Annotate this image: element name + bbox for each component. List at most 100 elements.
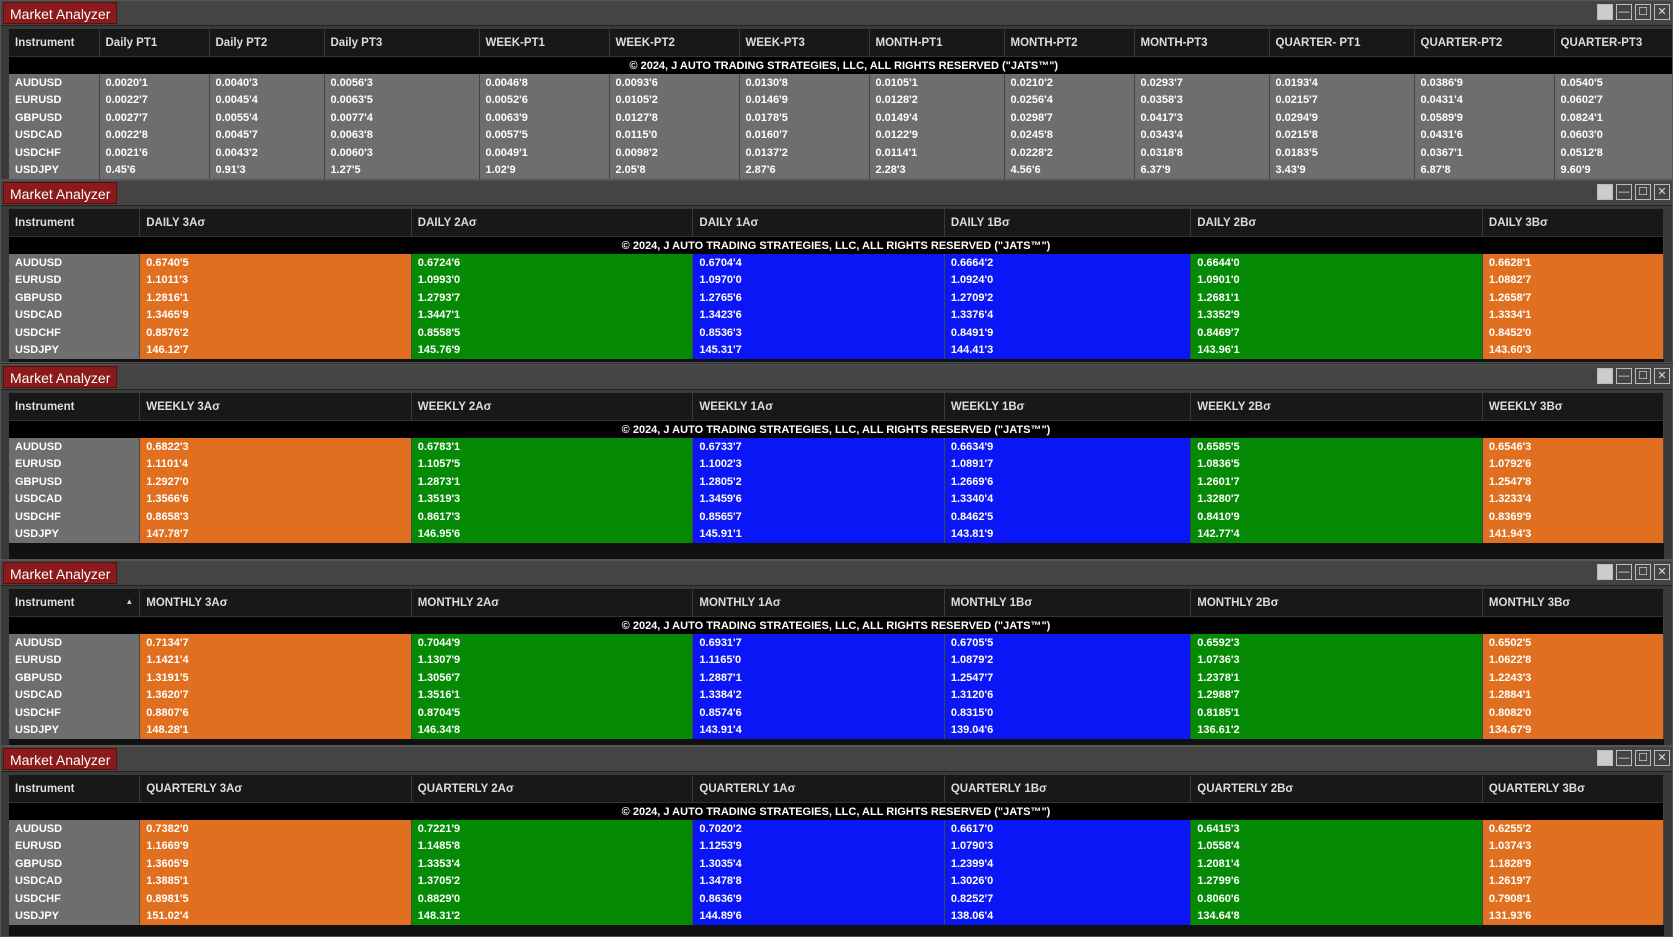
table-row[interactable]: USDJPY 147.78'7 146.95'6 145.91'1 143.81'9 14… xyxy=(9,525,1665,543)
title-bar[interactable]: Market Analyzer — ☐ ✕ xyxy=(1,181,1672,206)
column-header[interactable]: MONTH-PT3 xyxy=(1134,29,1270,57)
minimize-button[interactable]: — xyxy=(1616,4,1632,20)
table-row[interactable]: GBPUSD 1.2927'0 1.2873'1 1.2805'2 1.2669'6 1.… xyxy=(9,473,1665,491)
column-header[interactable]: DAILY 3Aσ xyxy=(139,209,412,237)
table-row[interactable]: USDJPY 151.02'4 148.31'2 144.89'6 138.06'4 13… xyxy=(9,907,1665,925)
column-header[interactable]: Daily PT3 xyxy=(324,29,480,57)
column-header[interactable]: MONTH-PT1 xyxy=(869,29,1005,57)
table-row[interactable]: USDCAD 1.3566'6 1.3519'3 1.3459'6 1.3340'4 1.… xyxy=(9,490,1665,508)
column-header[interactable]: QUARTERLY 3Bσ xyxy=(1482,775,1665,803)
table-row[interactable]: GBPUSD 1.2816'1 1.2793'7 1.2765'6 1.2709'2 1.… xyxy=(9,289,1665,307)
table-row[interactable]: EURUSD 1.1669'9 1.1485'8 1.1253'9 1.0790'3 1.… xyxy=(9,837,1665,855)
title-bar[interactable]: Market Analyzer — ☐ ✕ xyxy=(1,561,1672,586)
column-header[interactable]: Instrument xyxy=(9,209,141,237)
maximize-button[interactable]: ☐ xyxy=(1635,368,1651,384)
table-row[interactable]: AUDUSD 0.7134'7 0.7044'9 0.6931'7 0.6705'5 0.… xyxy=(9,634,1665,652)
column-header[interactable]: MONTHLY 3Aσ xyxy=(139,589,412,617)
column-header[interactable]: MONTHLY 2Bσ xyxy=(1190,589,1483,617)
table-row[interactable]: AUDUSD 0.6740'5 0.6724'6 0.6704'4 0.6664'2 0.… xyxy=(9,254,1665,272)
column-header[interactable]: DAILY 2Aσ xyxy=(411,209,694,237)
title-bar[interactable]: Market Analyzer — ☐ ✕ xyxy=(1,747,1672,772)
column-header[interactable]: Instrument xyxy=(9,775,141,803)
table-row[interactable]: USDCAD 0.0022'8 0.0045'7 0.0063'8 0.0057'5 0.… xyxy=(9,126,1672,144)
close-button[interactable]: ✕ xyxy=(1654,564,1670,580)
title-bar[interactable]: Market Analyzer — ☐ ✕ xyxy=(1,1,1672,26)
value-cell: 138.06'4 xyxy=(944,907,1192,925)
column-header[interactable]: Instrument xyxy=(9,393,141,421)
pin-button[interactable] xyxy=(1597,564,1613,580)
column-header[interactable]: WEEKLY 1Aσ xyxy=(692,393,945,421)
column-header[interactable]: QUARTERLY 2Aσ xyxy=(411,775,694,803)
column-header[interactable]: QUARTERLY 2Bσ xyxy=(1190,775,1483,803)
column-header[interactable]: WEEKLY 1Bσ xyxy=(944,393,1192,421)
value-cell: 0.0137'2 xyxy=(739,144,870,162)
table-row[interactable]: USDCHF 0.8981'5 0.8829'0 0.8636'9 0.8252'7 0.… xyxy=(9,890,1665,908)
column-header[interactable]: WEEKLY 3Aσ xyxy=(139,393,412,421)
minimize-button[interactable]: — xyxy=(1616,564,1632,580)
maximize-button[interactable]: ☐ xyxy=(1635,564,1651,580)
pin-button[interactable] xyxy=(1597,184,1613,200)
close-button[interactable]: ✕ xyxy=(1654,184,1670,200)
minimize-button[interactable]: — xyxy=(1616,750,1632,766)
table-row[interactable]: EURUSD 0.0022'7 0.0045'4 0.0063'5 0.0052'6 0.… xyxy=(9,91,1672,109)
table-row[interactable]: GBPUSD 1.3191'5 1.3056'7 1.2887'1 1.2547'7 1.… xyxy=(9,669,1665,687)
table-row[interactable]: AUDUSD 0.6822'3 0.6783'1 0.6733'7 0.6634'9 0.… xyxy=(9,438,1665,456)
table-row[interactable]: USDCAD 1.3620'7 1.3516'1 1.3384'2 1.3120'6 1.… xyxy=(9,686,1665,704)
minimize-button[interactable]: — xyxy=(1616,184,1632,200)
column-header[interactable]: WEEKLY 3Bσ xyxy=(1482,393,1665,421)
column-header[interactable]: MONTH-PT2 xyxy=(1004,29,1135,57)
maximize-button[interactable]: ☐ xyxy=(1635,750,1651,766)
table-row[interactable]: EURUSD 1.1011'3 1.0993'0 1.0970'0 1.0924'0 1.… xyxy=(9,271,1665,289)
column-header[interactable]: Instrument xyxy=(9,29,100,57)
close-button[interactable]: ✕ xyxy=(1654,750,1670,766)
column-header[interactable]: QUARTER-PT3 xyxy=(1554,29,1672,57)
table-row[interactable]: USDCHF 0.8576'2 0.8558'5 0.8536'3 0.8491'9 0.… xyxy=(9,324,1665,342)
column-header[interactable]: QUARTER-PT2 xyxy=(1414,29,1555,57)
pin-button[interactable] xyxy=(1597,750,1613,766)
close-button[interactable]: ✕ xyxy=(1654,368,1670,384)
table-row[interactable]: USDCHF 0.8658'3 0.8617'3 0.8565'7 0.8462'5 0.… xyxy=(9,508,1665,526)
table-row[interactable]: USDJPY 146.12'7 145.76'9 145.31'7 144.41'3 14… xyxy=(9,341,1665,359)
table-row[interactable]: GBPUSD 1.3605'9 1.3353'4 1.3035'4 1.2399'4 1.… xyxy=(9,855,1665,873)
maximize-button[interactable]: ☐ xyxy=(1635,4,1651,20)
column-header[interactable]: DAILY 1Aσ xyxy=(692,209,945,237)
data-table: Instrument Daily PT1 Daily PT2 Daily PT3 WEE… xyxy=(9,29,1672,179)
table-row[interactable]: USDCAD 1.3885'1 1.3705'2 1.3478'8 1.3026'0 1.… xyxy=(9,872,1665,890)
column-header[interactable]: MONTHLY 1Aσ xyxy=(692,589,945,617)
close-button[interactable]: ✕ xyxy=(1654,4,1670,20)
column-header[interactable]: WEEK-PT2 xyxy=(609,29,740,57)
table-row[interactable]: GBPUSD 0.0027'7 0.0055'4 0.0077'4 0.0063'9 0.… xyxy=(9,109,1672,127)
column-header[interactable]: QUARTERLY 3Aσ xyxy=(139,775,412,803)
column-header[interactable]: DAILY 3Bσ xyxy=(1482,209,1665,237)
column-header[interactable]: QUARTERLY 1Bσ xyxy=(944,775,1192,803)
table-row[interactable]: USDCHF 0.0021'6 0.0043'2 0.0060'3 0.0049'1 0.… xyxy=(9,144,1672,162)
pin-button[interactable] xyxy=(1597,368,1613,384)
table-row[interactable]: USDJPY 0.45'6 0.91'3 1.27'5 1.02'9 2.05'8 2.87… xyxy=(9,161,1672,179)
column-header[interactable]: WEEKLY 2Aσ xyxy=(411,393,694,421)
title-bar[interactable]: Market Analyzer — ☐ ✕ xyxy=(1,365,1672,390)
column-header[interactable]: Daily PT2 xyxy=(209,29,325,57)
column-header[interactable]: MONTHLY 1Bσ xyxy=(944,589,1192,617)
column-header[interactable]: WEEK-PT1 xyxy=(479,29,610,57)
minimize-button[interactable]: — xyxy=(1616,368,1632,384)
table-row[interactable]: USDCAD 1.3465'9 1.3447'1 1.3423'6 1.3376'4 1.… xyxy=(9,306,1665,324)
table-row[interactable]: USDCHF 0.8807'6 0.8704'5 0.8574'6 0.8315'0 0.… xyxy=(9,704,1665,722)
column-header[interactable]: Instrument ▲ xyxy=(9,589,141,617)
column-header[interactable]: DAILY 2Bσ xyxy=(1190,209,1483,237)
table-row[interactable]: USDJPY 148.28'1 146.34'8 143.91'4 139.04'6 13… xyxy=(9,721,1665,739)
column-header[interactable]: MONTHLY 3Bσ xyxy=(1482,589,1665,617)
maximize-button[interactable]: ☐ xyxy=(1635,184,1651,200)
column-header[interactable]: QUARTER- PT1 xyxy=(1269,29,1415,57)
column-header[interactable]: MONTHLY 2Aσ xyxy=(411,589,694,617)
column-header[interactable]: QUARTERLY 1Aσ xyxy=(692,775,945,803)
column-header[interactable]: WEEKLY 2Bσ xyxy=(1190,393,1483,421)
column-header[interactable]: DAILY 1Bσ xyxy=(944,209,1192,237)
column-header[interactable]: WEEK-PT3 xyxy=(739,29,870,57)
value-cell: 1.0993'0 xyxy=(411,271,694,289)
column-header[interactable]: Daily PT1 xyxy=(99,29,210,57)
table-row[interactable]: EURUSD 1.1101'4 1.1057'5 1.1002'3 1.0891'7 1.… xyxy=(9,455,1665,473)
table-row[interactable]: EURUSD 1.1421'4 1.1307'9 1.1165'0 1.0879'2 1.… xyxy=(9,651,1665,669)
pin-button[interactable] xyxy=(1597,4,1613,20)
table-row[interactable]: AUDUSD 0.0020'1 0.0040'3 0.0056'3 0.0046'8 0.… xyxy=(9,74,1672,92)
table-row[interactable]: AUDUSD 0.7382'0 0.7221'9 0.7020'2 0.6617'0 0.… xyxy=(9,820,1665,838)
